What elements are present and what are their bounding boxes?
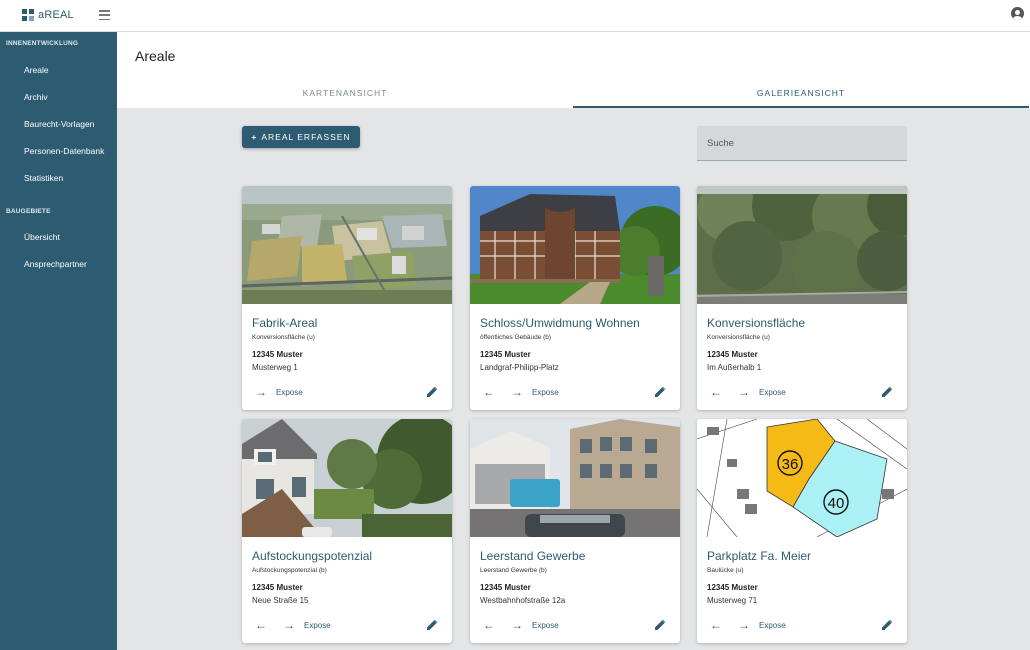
expose-link[interactable]: Expose bbox=[532, 621, 559, 630]
card-street: Musterweg 71 bbox=[707, 596, 758, 605]
plot-label-36: 36 bbox=[782, 456, 799, 473]
card-city: 12345 Muster bbox=[707, 583, 758, 592]
card-type: Konversionsfläche (u) bbox=[252, 334, 315, 341]
card-city: 12345 Muster bbox=[480, 583, 531, 592]
expose-link[interactable]: Expose bbox=[759, 621, 786, 630]
menu-icon[interactable] bbox=[99, 10, 110, 21]
card-type: Konversionsfläche (u) bbox=[707, 334, 770, 341]
pencil-icon[interactable] bbox=[654, 386, 666, 398]
areal-card-schloss[interactable]: Schloss/Umwidmung Wohnen öffentliches Ge… bbox=[470, 186, 680, 410]
card-city: 12345 Muster bbox=[252, 583, 303, 592]
card-image-street bbox=[470, 419, 680, 537]
arrow-right-icon[interactable]: → bbox=[736, 384, 752, 400]
expose-link[interactable]: Expose bbox=[304, 621, 331, 630]
card-city: 12345 Muster bbox=[707, 350, 758, 359]
add-areal-button[interactable]: + AREAL ERFASSEN bbox=[242, 126, 360, 148]
expose-link[interactable]: Expose bbox=[532, 388, 559, 397]
arrow-left-icon[interactable]: ← bbox=[253, 617, 269, 633]
card-title[interactable]: Schloss/Umwidmung Wohnen bbox=[480, 316, 640, 330]
expose-link[interactable]: Expose bbox=[759, 388, 786, 397]
card-street: Musterweg 1 bbox=[252, 363, 298, 372]
sidebar-item-personen-datenbank[interactable]: Personen-Datenbank bbox=[24, 146, 104, 156]
card-image-aerial bbox=[242, 186, 452, 304]
card-city: 12345 Muster bbox=[252, 350, 303, 359]
card-image-house bbox=[242, 419, 452, 537]
sidebar-item-ansprechpartner[interactable]: Ansprechpartner bbox=[24, 259, 87, 269]
pencil-icon[interactable] bbox=[654, 619, 666, 631]
areal-card-parkplatz[interactable]: 36 40 Parkplatz Fa. Meier Baulücke (u) 1… bbox=[697, 419, 907, 643]
card-image-site-plan: 36 40 bbox=[697, 419, 907, 537]
card-actions: → Expose bbox=[242, 384, 452, 404]
card-actions: ← → Expose bbox=[697, 384, 907, 404]
arrow-left-icon[interactable]: ← bbox=[481, 617, 497, 633]
arrow-left-icon[interactable]: ← bbox=[481, 384, 497, 400]
card-actions: ← → Expose bbox=[470, 384, 680, 404]
page-header: Areale KARTENANSICHT GALERIEANSICHT bbox=[117, 32, 1030, 108]
add-areal-label: AREAL ERFASSEN bbox=[261, 132, 351, 142]
tab-galerieansicht[interactable]: GALERIEANSICHT bbox=[573, 86, 1029, 108]
card-type: öffentliches Gebäude (b) bbox=[480, 334, 552, 341]
card-street: Westbahnhofstraße 12a bbox=[480, 596, 566, 605]
sidebar-item-statistiken[interactable]: Statistiken bbox=[24, 173, 63, 183]
card-title[interactable]: Parkplatz Fa. Meier bbox=[707, 549, 811, 563]
card-type: Aufstockungspotenzial (b) bbox=[252, 567, 327, 574]
sidebar-item-uebersicht[interactable]: Übersicht bbox=[24, 232, 60, 242]
card-actions: ← → Expose bbox=[697, 617, 907, 637]
expose-link[interactable]: Expose bbox=[276, 388, 303, 397]
card-city: 12345 Muster bbox=[480, 350, 531, 359]
card-type: Leerstand Gewerbe (b) bbox=[480, 567, 547, 574]
search-field[interactable] bbox=[697, 126, 907, 161]
card-title[interactable]: Leerstand Gewerbe bbox=[480, 549, 585, 563]
card-street: Im Außerhalb 1 bbox=[707, 363, 762, 372]
card-title[interactable]: Fabrik-Areal bbox=[252, 316, 317, 330]
sidebar-item-baurecht-vorlagen[interactable]: Baurecht-Vorlagen bbox=[24, 119, 94, 129]
sidebar-section-innenentwicklung: INNENENTWICKLUNG bbox=[6, 40, 79, 47]
card-actions: ← → Expose bbox=[242, 617, 452, 637]
plus-icon: + bbox=[251, 132, 258, 142]
pencil-icon[interactable] bbox=[426, 386, 438, 398]
areal-card-konversion[interactable]: Konversionsfläche Konversionsfläche (u) … bbox=[697, 186, 907, 410]
card-actions: ← → Expose bbox=[470, 617, 680, 637]
card-title[interactable]: Konversionsfläche bbox=[707, 316, 805, 330]
arrow-right-icon[interactable]: → bbox=[509, 617, 525, 633]
account-icon[interactable] bbox=[1011, 7, 1024, 20]
areal-card-aufstockung[interactable]: Aufstockungspotenzial Aufstockungspotenz… bbox=[242, 419, 452, 643]
card-street: Landgraf-Philipp-Platz bbox=[480, 363, 559, 372]
sidebar-item-areale[interactable]: Areale bbox=[24, 65, 49, 75]
search-input[interactable] bbox=[707, 135, 897, 151]
card-street: Neue Straße 15 bbox=[252, 596, 309, 605]
card-image-forest bbox=[697, 186, 907, 304]
card-title[interactable]: Aufstockungspotenzial bbox=[252, 549, 372, 563]
arrow-left-icon[interactable]: ← bbox=[708, 384, 724, 400]
pencil-icon[interactable] bbox=[881, 386, 893, 398]
plot-label-40: 40 bbox=[828, 495, 845, 512]
pencil-icon[interactable] bbox=[426, 619, 438, 631]
arrow-right-icon[interactable]: → bbox=[281, 617, 297, 633]
brand-name: aREAL bbox=[38, 9, 74, 21]
sidebar-item-archiv[interactable]: Archiv bbox=[24, 92, 48, 102]
arrow-left-icon[interactable]: ← bbox=[708, 617, 724, 633]
top-bar: aREAL bbox=[0, 0, 1030, 32]
card-type: Baulücke (u) bbox=[707, 567, 744, 574]
arrow-right-icon[interactable]: → bbox=[736, 617, 752, 633]
page-title: Areale bbox=[135, 48, 176, 64]
areal-card-leerstand[interactable]: Leerstand Gewerbe Leerstand Gewerbe (b) … bbox=[470, 419, 680, 643]
pencil-icon[interactable] bbox=[881, 619, 893, 631]
sidebar: INNENENTWICKLUNG Areale Archiv Baurecht-… bbox=[0, 32, 117, 650]
card-image-castle bbox=[470, 186, 680, 304]
logo-icon bbox=[22, 9, 34, 21]
arrow-right-icon[interactable]: → bbox=[509, 384, 525, 400]
areal-card-fabrik[interactable]: Fabrik-Areal Konversionsfläche (u) 12345… bbox=[242, 186, 452, 410]
arrow-right-icon[interactable]: → bbox=[253, 384, 269, 400]
sidebar-section-baugebiete: BAUGEBIETE bbox=[6, 208, 51, 215]
tab-kartenansicht[interactable]: KARTENANSICHT bbox=[117, 86, 573, 108]
